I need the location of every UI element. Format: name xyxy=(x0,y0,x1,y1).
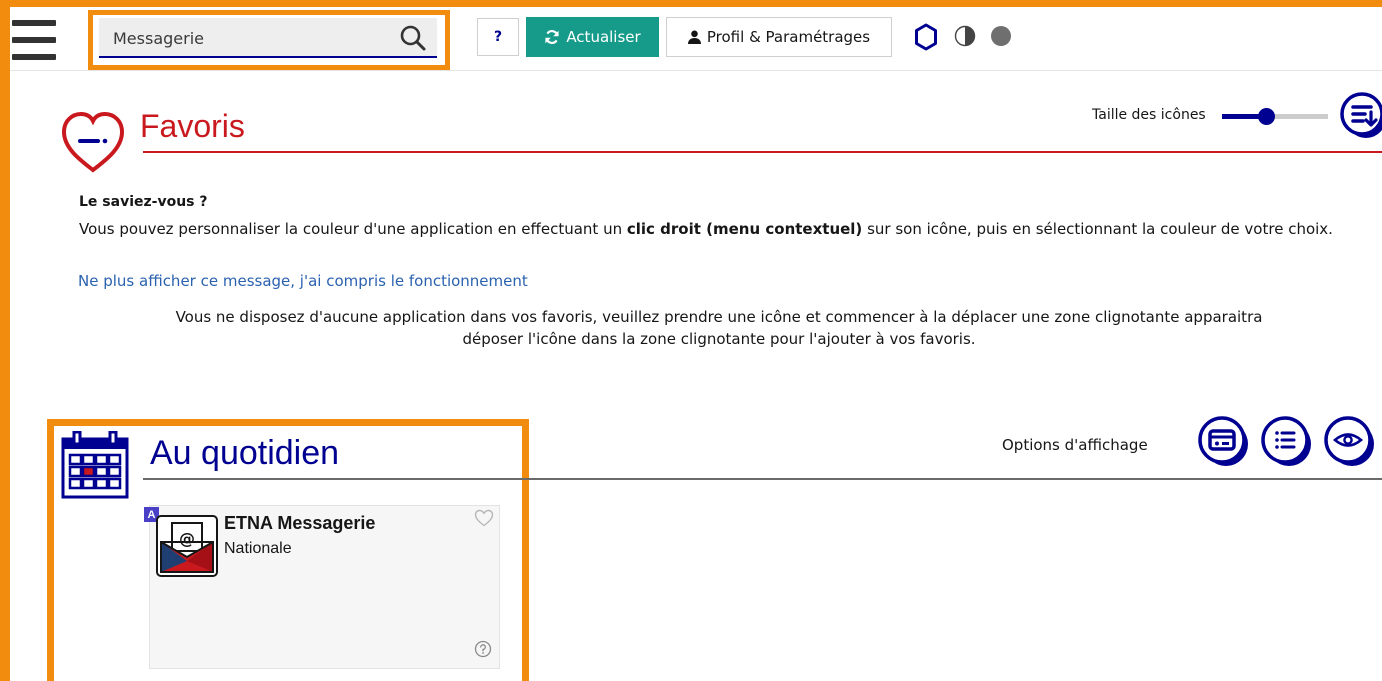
search-input[interactable] xyxy=(113,26,383,50)
calendar-icon xyxy=(61,431,129,499)
highlight-frame-left xyxy=(0,0,10,681)
eye-icon[interactable] xyxy=(1322,414,1378,470)
search-icon[interactable] xyxy=(399,24,427,52)
refresh-label: Actualiser xyxy=(566,28,641,46)
search-box xyxy=(99,18,437,58)
svg-text:@: @ xyxy=(179,529,195,548)
icon-size-slider[interactable] xyxy=(1222,106,1328,128)
tip-text-part-2: sur son icône, puis en sélectionnant la … xyxy=(862,220,1333,238)
profile-settings-label: Profil & Paramétrages xyxy=(706,28,871,46)
app-help-icon[interactable] xyxy=(474,640,492,658)
profile-settings-button[interactable]: Profil & Paramétrages xyxy=(666,17,892,57)
favorite-heart-icon[interactable] xyxy=(474,509,494,527)
favoris-divider xyxy=(143,151,1382,153)
tip-title: Le saviez-vous ? xyxy=(79,194,208,210)
app-name: ETNA Messagerie xyxy=(224,513,376,533)
tip-text-part-1: Vous pouvez personnaliser la couleur d'u… xyxy=(79,220,627,238)
empty-favorites-message: Vous ne disposez d'aucune application da… xyxy=(80,306,1358,350)
contrast-theme-icon[interactable] xyxy=(954,25,976,47)
icon-size-slider-thumb[interactable] xyxy=(1258,108,1275,125)
tip-text: Vous pouvez personnaliser la couleur d'u… xyxy=(79,218,1379,240)
empty-message-line-2: déposer l'icône dans la zone clignotante… xyxy=(462,330,976,348)
tip-text-bold: clic droit (menu contextuel) xyxy=(626,220,863,238)
menu-icon[interactable] xyxy=(12,20,56,60)
dark-theme-icon[interactable] xyxy=(990,25,1012,47)
sort-icon[interactable] xyxy=(1338,90,1382,140)
display-options-label: Options d'affichage xyxy=(1002,436,1148,454)
section-divider xyxy=(143,478,1382,480)
highlight-frame-top xyxy=(0,0,1382,7)
list-view-icon[interactable] xyxy=(1259,414,1315,470)
topbar-divider xyxy=(10,70,1382,71)
help-button[interactable]: ? xyxy=(477,18,519,56)
refresh-icon xyxy=(545,30,559,44)
icon-size-label: Taille des icônes xyxy=(1092,107,1206,123)
refresh-button[interactable]: Actualiser xyxy=(526,17,659,57)
empty-message-line-1: Vous ne disposez d'aucune application da… xyxy=(175,308,1263,326)
favoris-title: Favoris xyxy=(140,108,245,144)
section-title: Au quotidien xyxy=(150,434,340,472)
heart-icon xyxy=(61,111,125,173)
card-view-icon[interactable] xyxy=(1196,414,1252,470)
dismiss-tip-link[interactable]: Ne plus afficher ce message, j'ai compri… xyxy=(78,272,528,290)
user-icon xyxy=(687,30,701,44)
envelope-mail-icon: @ xyxy=(156,515,218,577)
app-scope: Nationale xyxy=(224,540,292,557)
light-theme-icon[interactable] xyxy=(911,22,941,52)
